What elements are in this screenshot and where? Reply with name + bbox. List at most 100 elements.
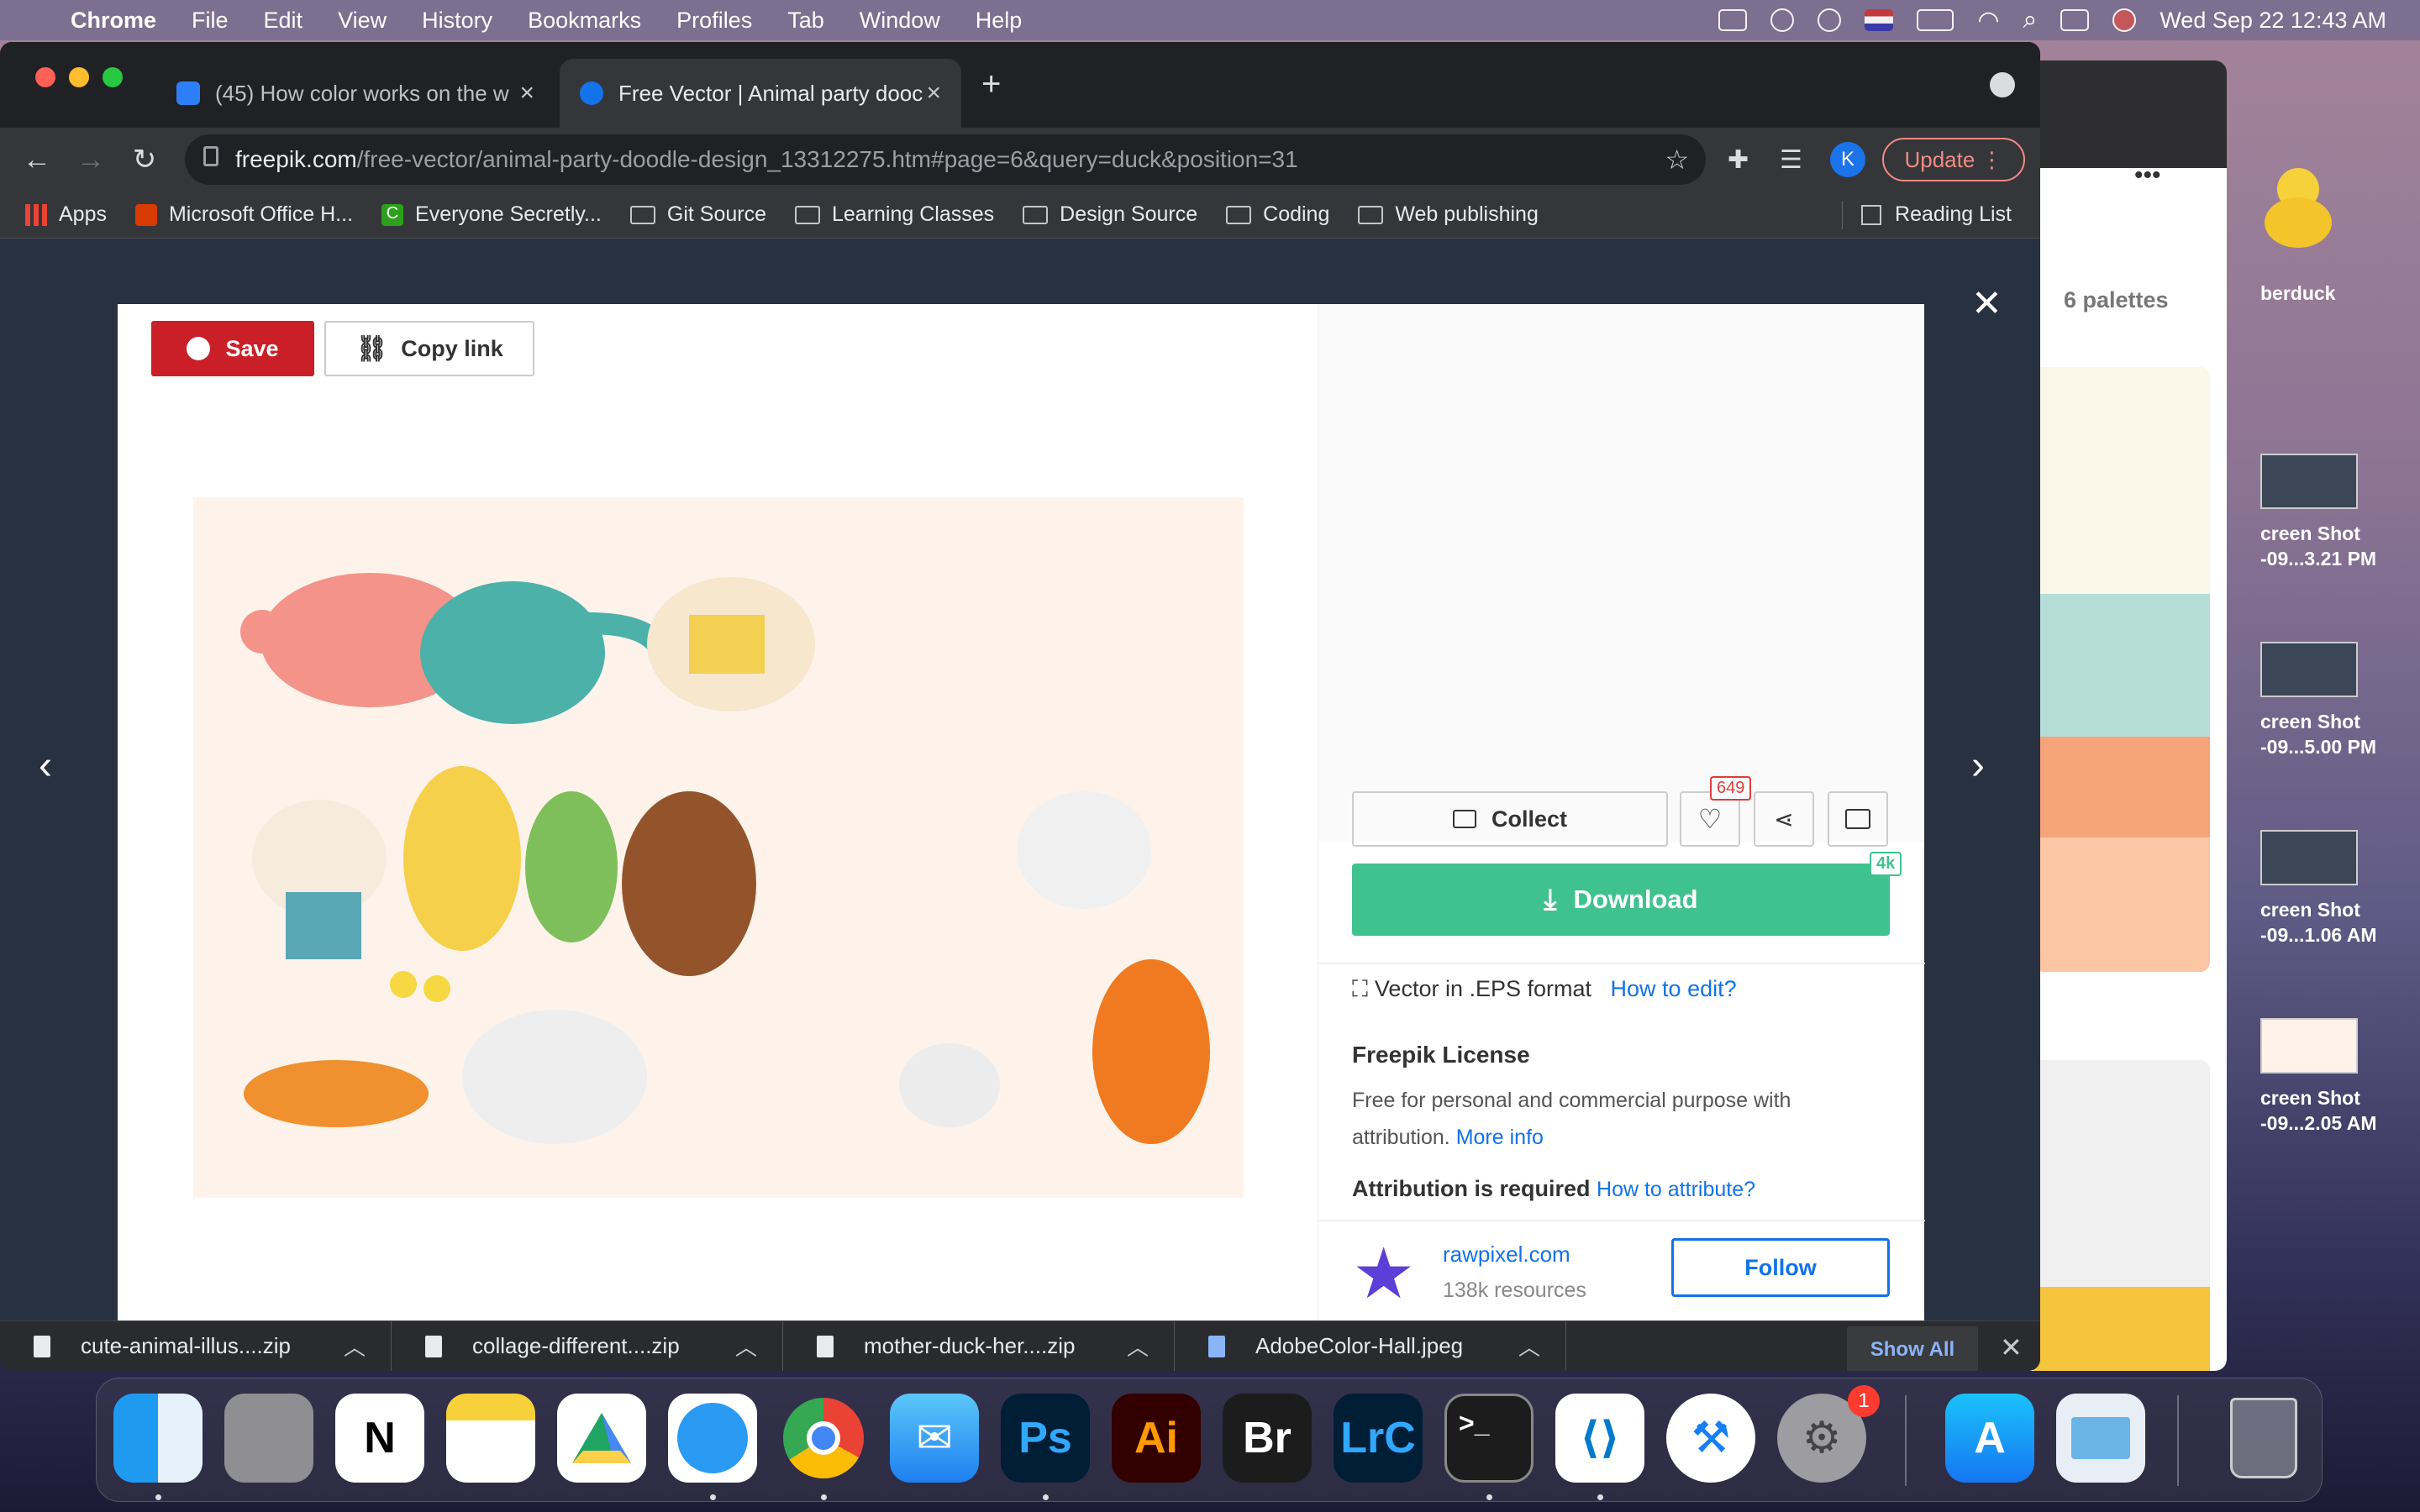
notion-icon[interactable]: N <box>335 1394 424 1483</box>
bookmark-star-icon[interactable]: ☆ <box>1665 144 1689 176</box>
close-window-button[interactable] <box>35 67 55 87</box>
update-button[interactable]: Update ⋮ <box>1882 138 2025 181</box>
safari-icon[interactable] <box>668 1394 757 1483</box>
author-name-link[interactable]: rawpixel.com <box>1443 1242 1570 1268</box>
chevron-up-icon[interactable]: ︿ <box>344 1331 366 1362</box>
vscode-icon[interactable]: ⟨⟩ <box>1555 1394 1644 1483</box>
back-icon[interactable]: ← <box>10 144 64 176</box>
palette-card[interactable] <box>2033 367 2210 972</box>
more-icon[interactable]: ••• <box>2134 161 2161 190</box>
chrome-icon[interactable] <box>779 1394 868 1483</box>
bookmark-reading-list[interactable]: Reading List <box>1842 200 2012 229</box>
desktop-screenshot-3[interactable]: creen Shot -09...1.06 AM <box>2260 830 2420 948</box>
more-info-link[interactable]: More info <box>1456 1126 1544 1149</box>
siri-icon[interactable] <box>2112 8 2137 32</box>
menubar-clock[interactable]: Wed Sep 22 12:43 AM <box>2160 8 2386 34</box>
mail-icon[interactable]: ✉ <box>890 1394 979 1483</box>
comment-button[interactable] <box>1828 791 1888 847</box>
forward-icon[interactable]: → <box>64 144 118 176</box>
menu-tab[interactable]: Tab <box>787 8 824 34</box>
zoom-window-button[interactable] <box>103 67 123 87</box>
show-all-button[interactable]: Show All <box>1847 1326 1978 1371</box>
pinterest-save-button[interactable]: Save <box>151 321 314 376</box>
lock-icon[interactable] <box>203 146 218 166</box>
terminal-icon[interactable]: >_ <box>1444 1394 1534 1483</box>
close-shelf-icon[interactable]: ✕ <box>2000 1331 2023 1363</box>
us-flag-icon[interactable] <box>1865 9 1894 31</box>
preview-icon[interactable] <box>2056 1394 2145 1483</box>
download-button[interactable]: ⤓ Download <box>1352 864 1890 936</box>
finder-icon[interactable] <box>113 1394 203 1483</box>
author-star-icon[interactable]: ★ <box>1352 1238 1423 1309</box>
photoshop-icon[interactable]: Ps <box>1001 1394 1090 1483</box>
image-preview[interactable] <box>193 497 1244 1198</box>
follow-button[interactable]: Follow <box>1671 1238 1890 1297</box>
share-button[interactable]: ⋖ <box>1754 791 1814 847</box>
profile-avatar[interactable]: K <box>1830 142 1865 177</box>
desktop-screenshot-4[interactable]: creen Shot -09...2.05 AM <box>2260 1018 2420 1136</box>
how-to-edit-link[interactable]: How to edit? <box>1611 976 1737 1001</box>
menu-history[interactable]: History <box>422 8 492 34</box>
xcode-icon[interactable]: ⚒ <box>1666 1394 1755 1483</box>
chevron-up-icon[interactable]: ︿ <box>1127 1331 1149 1362</box>
menu-profiles[interactable]: Profiles <box>676 8 752 34</box>
app-store-icon[interactable]: A <box>1945 1394 2034 1483</box>
bookmark-learning-classes[interactable]: Learning Classes <box>794 202 994 227</box>
rubber-duck-icon[interactable] <box>2260 160 2344 260</box>
download-item[interactable]: cute-animal-illus....zip ︿ <box>0 1320 392 1371</box>
download-item[interactable]: collage-different....zip ︿ <box>392 1320 783 1371</box>
bookmark-microsoft-office[interactable]: Microsoft Office H... <box>134 202 353 227</box>
next-arrow-icon[interactable]: › <box>1971 743 1985 789</box>
creative-cloud-icon[interactable] <box>1770 8 1795 32</box>
menu-app-chrome[interactable]: Chrome <box>71 8 156 34</box>
copy-link-button[interactable]: ⛓ Copy link <box>324 321 534 376</box>
close-tab-icon[interactable]: × <box>926 79 941 108</box>
desktop-file-label[interactable]: berduck <box>2260 281 2420 306</box>
download-item[interactable]: mother-duck-her....zip ︿ <box>783 1320 1175 1371</box>
lightroom-classic-icon[interactable]: LrC <box>1334 1394 1423 1483</box>
desktop-screenshot-2[interactable]: creen Shot -09...5.00 PM <box>2260 642 2420 759</box>
illustrator-icon[interactable]: Ai <box>1112 1394 1201 1483</box>
how-to-attribute-link[interactable]: How to attribute? <box>1597 1178 1755 1201</box>
menu-edit[interactable]: Edit <box>264 8 303 34</box>
bookmark-everyone-secretly[interactable]: C Everyone Secretly... <box>381 202 602 227</box>
close-tab-icon[interactable]: × <box>519 79 534 108</box>
collect-button[interactable]: Collect <box>1352 791 1668 847</box>
desktop-screenshot-1[interactable]: creen Shot -09...3.21 PM <box>2260 454 2420 571</box>
spotlight-icon[interactable]: ⌕ <box>2023 6 2038 34</box>
reading-list-icon[interactable]: ☰ <box>1780 145 1802 175</box>
google-drive-icon[interactable] <box>557 1394 646 1483</box>
menu-bookmarks[interactable]: Bookmarks <box>528 8 641 34</box>
bridge-icon[interactable]: Br <box>1223 1394 1312 1483</box>
reload-icon[interactable]: ↻ <box>118 143 171 176</box>
tab-search-icon[interactable] <box>1990 72 2015 97</box>
battery-icon[interactable] <box>1917 9 1954 31</box>
play-icon[interactable] <box>1818 8 1842 32</box>
bookmark-web-publishing[interactable]: Web publishing <box>1358 202 1539 227</box>
tab-color-video[interactable]: (45) How color works on the w × <box>156 59 555 128</box>
bookmark-design-source[interactable]: Design Source <box>1023 202 1197 227</box>
minimize-window-button[interactable] <box>69 67 89 87</box>
bookmark-git-source[interactable]: Git Source <box>629 202 766 227</box>
menu-window[interactable]: Window <box>860 8 940 34</box>
previous-arrow-icon[interactable]: ‹ <box>39 743 52 789</box>
menu-help[interactable]: Help <box>976 8 1023 34</box>
launchpad-icon[interactable] <box>224 1394 313 1483</box>
menu-view[interactable]: View <box>338 8 387 34</box>
screen-mirror-icon[interactable] <box>1718 9 1748 31</box>
palette-card[interactable] <box>2033 1060 2210 1312</box>
chevron-up-icon[interactable]: ︿ <box>1518 1331 1540 1362</box>
new-tab-icon[interactable]: + <box>981 66 1001 103</box>
control-center-icon[interactable] <box>2060 9 2090 31</box>
notes-icon[interactable] <box>446 1394 535 1483</box>
extensions-icon[interactable]: ✚ <box>1728 145 1749 175</box>
wifi-icon[interactable]: ◠ <box>1977 6 1999 35</box>
address-bar[interactable]: freepik.com/free-vector/animal-party-doo… <box>185 134 1706 185</box>
menu-file[interactable]: File <box>192 8 229 34</box>
download-item[interactable]: AdobeColor-Hall.jpeg ︿ <box>1175 1320 1566 1371</box>
tab-freepik[interactable]: Free Vector | Animal party dooc × <box>560 59 961 128</box>
bookmark-coding[interactable]: Coding <box>1226 202 1329 227</box>
trash-icon[interactable] <box>2219 1394 2308 1483</box>
bookmark-apps[interactable]: Apps <box>25 202 107 227</box>
chevron-up-icon[interactable]: ︿ <box>735 1331 757 1362</box>
